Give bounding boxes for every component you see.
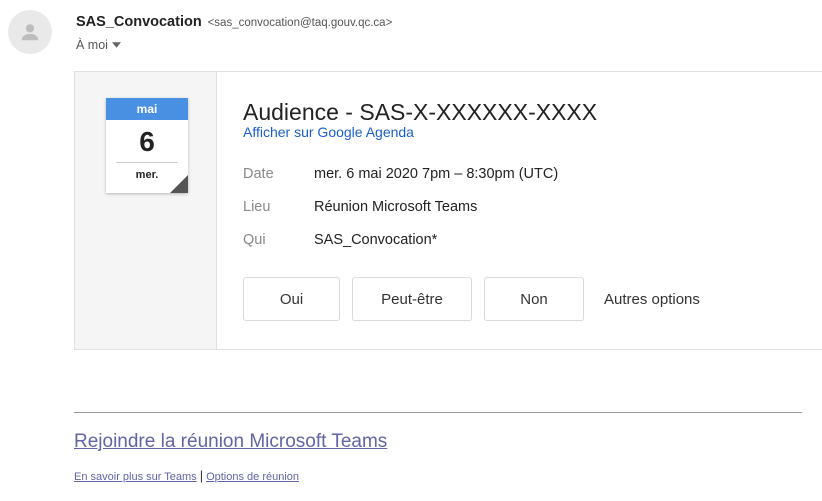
more-options-button[interactable]: Autres options: [604, 291, 700, 308]
join-teams-meeting-link[interactable]: Rejoindre la réunion Microsoft Teams: [74, 431, 387, 453]
recipient-dropdown[interactable]: À moi: [76, 38, 121, 52]
teams-footer-links: En savoir plus sur Teams | Options de réun…: [74, 468, 299, 483]
calendar-panel: mai 6 mer.: [75, 72, 217, 349]
sender-name: SAS_Convocation: [76, 14, 202, 30]
event-date-row: Date mer. 6 mai 2020 7pm – 8:30pm (UTC): [243, 166, 558, 182]
event-location-row: Lieu Réunion Microsoft Teams: [243, 199, 477, 215]
divider-line: [74, 412, 802, 413]
location-value: Réunion Microsoft Teams: [314, 199, 478, 215]
attendees-value: SAS_Convocation*: [314, 232, 438, 248]
recipient-label: À moi: [76, 38, 108, 52]
person-icon: [21, 24, 39, 41]
calendar-day: 6: [139, 126, 155, 157]
link-separator: |: [199, 468, 204, 483]
event-title: Audience - SAS-X-XXXXXX-XXXX: [243, 99, 598, 125]
sender-avatar: [8, 10, 52, 54]
event-attendees-row: Qui SAS_Convocation*: [243, 232, 437, 248]
event-invitation-card: mai 6 mer. Audience - SAS-X-XXXXXX-XXXX …: [74, 71, 822, 350]
rsvp-no-button[interactable]: Non: [484, 277, 584, 321]
meeting-options-link[interactable]: Options de réunion: [206, 471, 299, 483]
rsvp-maybe-button[interactable]: Peut-être: [352, 277, 472, 321]
rsvp-yes-button[interactable]: Oui: [243, 277, 340, 321]
sender-line: SAS_Convocation <sas_convocation@taq.gou…: [76, 13, 392, 30]
calendar-icon: mai 6 mer.: [106, 98, 188, 193]
page-fold-icon: [170, 175, 188, 193]
sender-email: <sas_convocation@taq.gouv.qc.ca>: [207, 17, 393, 29]
caret-down-icon: [111, 42, 121, 48]
calendar-month: mai: [106, 98, 188, 120]
learn-more-teams-link[interactable]: En savoir plus sur Teams: [74, 471, 197, 483]
date-label: Date: [243, 166, 274, 182]
calendar-separator: [116, 162, 178, 163]
attendees-label: Qui: [243, 232, 266, 248]
location-label: Lieu: [243, 199, 271, 215]
date-value: mer. 6 mai 2020 7pm – 8:30pm (UTC): [314, 166, 559, 182]
view-in-google-calendar-link[interactable]: Afficher sur Google Agenda: [243, 124, 414, 140]
